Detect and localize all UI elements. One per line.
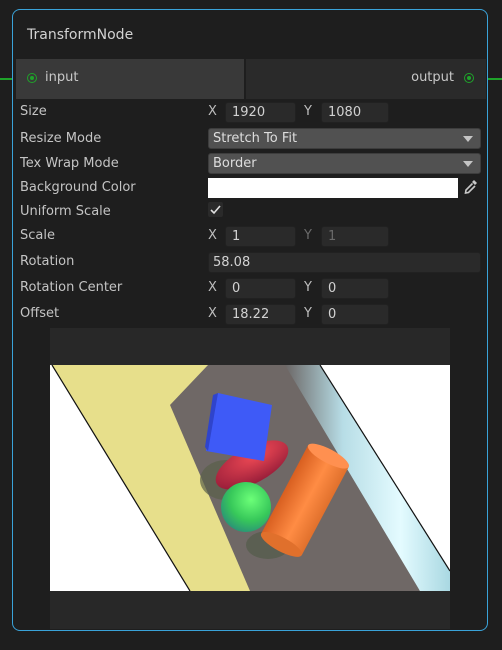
offset-y-label: Y [304, 306, 312, 321]
scale-x-input[interactable]: 1 [225, 226, 296, 247]
rotation-center-y-input[interactable]: 0 [321, 278, 389, 299]
rotation-center-label: Rotation Center [20, 280, 123, 295]
size-label: Size [20, 104, 47, 119]
rotation-center-row: Rotation Center X 0 Y 0 [13, 277, 487, 301]
background-color-label: Background Color [20, 180, 136, 195]
size-y-input[interactable]: 1080 [321, 102, 389, 123]
output-port-dot-icon[interactable] [464, 73, 474, 83]
resize-mode-value: Stretch To Fit [213, 131, 298, 146]
scale-label: Scale [20, 228, 55, 243]
eyedropper-icon[interactable] [464, 179, 478, 195]
offset-label: Offset [20, 306, 60, 321]
rotation-input[interactable]: 58.08 [208, 252, 481, 273]
size-y-label: Y [304, 104, 312, 119]
uniform-scale-checkbox[interactable] [208, 202, 223, 217]
chevron-down-icon [463, 136, 473, 142]
tex-wrap-mode-row: Tex Wrap Mode Border [13, 153, 487, 177]
output-port[interactable]: output [246, 59, 486, 99]
offset-y-input[interactable]: 0 [321, 304, 389, 325]
transform-node[interactable]: TransformNode input output Size X 1920 Y… [12, 9, 488, 631]
output-port-label: output [411, 70, 454, 85]
input-port[interactable]: input [16, 59, 244, 99]
chevron-down-icon [463, 161, 473, 167]
scale-x-label: X [208, 228, 217, 243]
resize-mode-label: Resize Mode [20, 131, 102, 146]
preview-top-band [50, 328, 450, 365]
offset-x-input[interactable]: 18.22 [225, 304, 296, 325]
offset-x-label: X [208, 306, 217, 321]
resize-mode-dropdown[interactable]: Stretch To Fit [208, 128, 481, 149]
rotation-center-x-label: X [208, 280, 217, 295]
size-x-input[interactable]: 1920 [225, 102, 296, 123]
preview-bottom-band [50, 591, 450, 629]
rotation-center-x-input[interactable]: 0 [225, 278, 296, 299]
tex-wrap-mode-value: Border [213, 156, 257, 171]
tex-wrap-mode-label: Tex Wrap Mode [20, 156, 119, 171]
node-title: TransformNode [27, 27, 134, 43]
scale-y-label: Y [304, 228, 312, 243]
uniform-scale-row: Uniform Scale [13, 201, 487, 225]
background-color-swatch[interactable] [208, 178, 458, 198]
port-bar: input output [16, 59, 486, 99]
preview-scene [50, 365, 450, 591]
scale-y-input: 1 [321, 226, 389, 247]
background-color-row: Background Color [13, 177, 487, 201]
tex-wrap-mode-dropdown[interactable]: Border [208, 153, 481, 174]
rotation-label: Rotation [20, 254, 75, 269]
preview-image [50, 365, 450, 591]
resize-mode-row: Resize Mode Stretch To Fit [13, 128, 487, 152]
uniform-scale-label: Uniform Scale [20, 204, 111, 219]
rotation-row: Rotation 58.08 [13, 251, 487, 275]
rotation-center-y-label: Y [304, 280, 312, 295]
checkmark-icon [210, 205, 221, 215]
input-port-label: input [45, 70, 79, 85]
size-row: Size X 1920 Y 1080 [13, 101, 487, 125]
offset-row: Offset X 18.22 Y 0 [13, 303, 487, 327]
input-port-dot-icon[interactable] [27, 73, 37, 83]
scale-row: Scale X 1 Y 1 [13, 225, 487, 249]
size-x-label: X [208, 104, 217, 119]
